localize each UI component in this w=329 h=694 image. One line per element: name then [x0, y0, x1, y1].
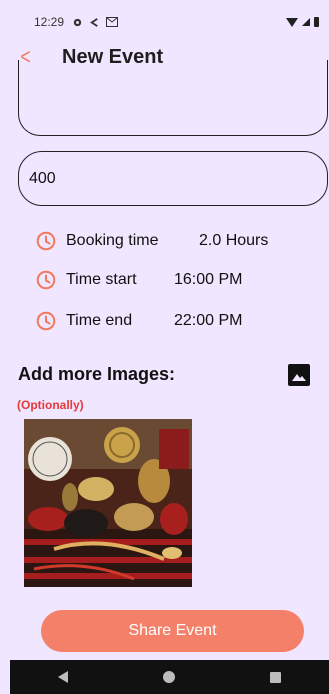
settings-icon	[73, 18, 82, 26]
nav-home-icon[interactable]	[162, 671, 175, 683]
battery-icon	[314, 17, 319, 27]
price-field[interactable]: 400	[18, 151, 328, 206]
nav-back-icon[interactable]	[57, 671, 68, 683]
add-image-icon[interactable]	[288, 364, 310, 386]
event-photo-image	[24, 419, 192, 587]
clock-icon	[36, 311, 56, 331]
time-start-row[interactable]: Time start 16:00 PM	[36, 268, 242, 292]
status-time: 12:29	[34, 15, 65, 29]
booking-time-row[interactable]: Booking time 2.0 Hours	[36, 229, 268, 253]
notification-icon	[90, 17, 98, 27]
status-bar: 12:29	[10, 10, 329, 34]
booking-time-label: Booking time	[66, 232, 159, 249]
time-start-label: Time start	[66, 271, 137, 288]
time-end-value: 22:00 PM	[174, 312, 243, 329]
screen: 12:29 < New Event 400 Booking time 2.0 H…	[0, 0, 329, 694]
booking-time-value: 2.0 Hours	[199, 232, 269, 249]
share-event-button[interactable]: Share Event	[41, 610, 304, 652]
event-photo[interactable]	[24, 419, 192, 587]
add-images-title: Add more Images:	[18, 364, 176, 384]
clock-icon	[36, 231, 56, 251]
signal-icon	[302, 18, 310, 26]
optional-note: (Optionally)	[17, 398, 84, 412]
time-start-value: 16:00 PM	[174, 271, 243, 288]
nav-recents-icon[interactable]	[270, 671, 282, 683]
wifi-icon	[286, 17, 298, 27]
price-value: 400	[29, 169, 56, 187]
system-nav-bar	[10, 660, 329, 694]
time-end-label: Time end	[66, 312, 133, 329]
time-end-row[interactable]: Time end 22:00 PM	[36, 309, 242, 333]
mail-icon	[106, 17, 119, 27]
clock-icon	[36, 270, 56, 290]
description-field[interactable]	[18, 60, 328, 136]
